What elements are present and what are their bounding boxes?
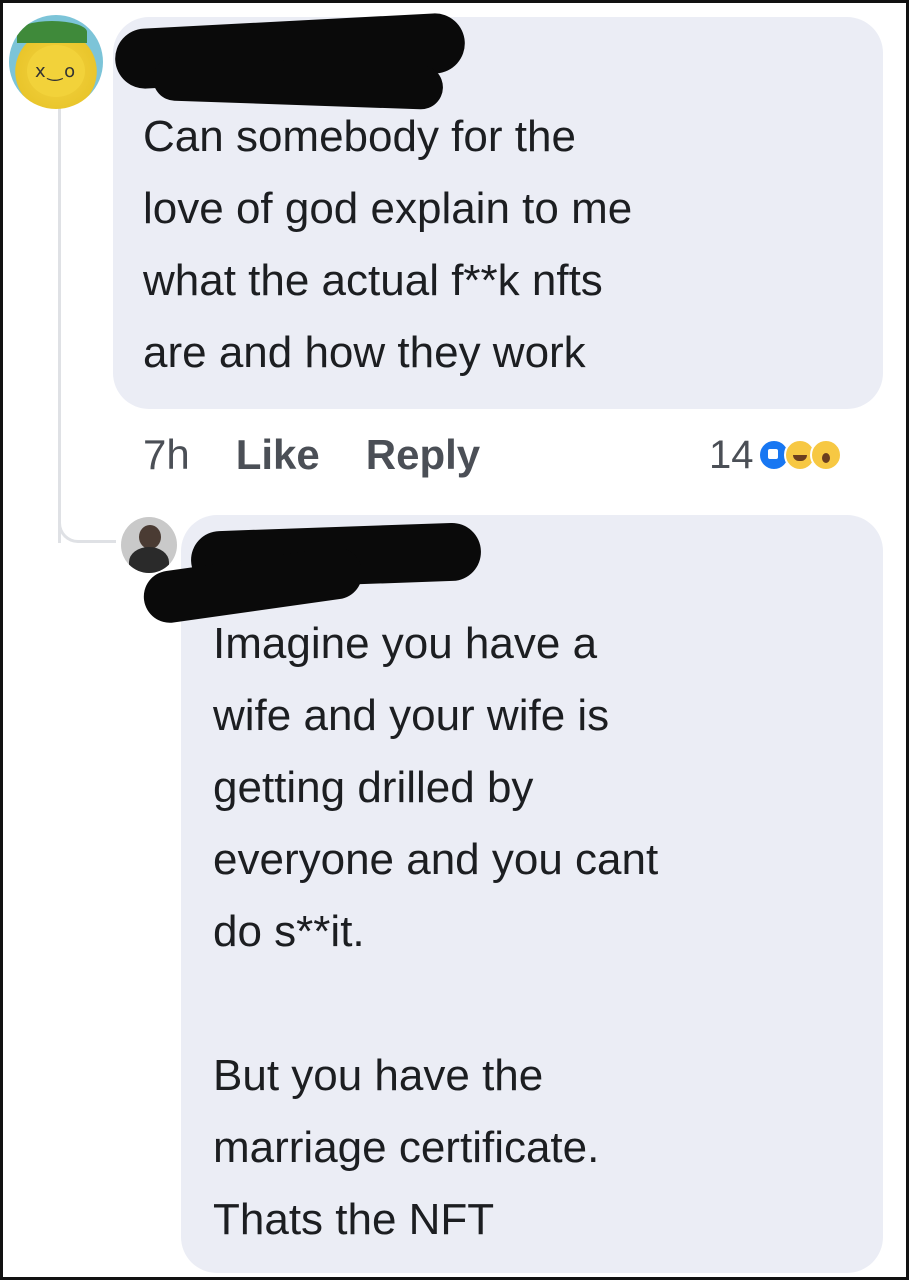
comment-thread: x‿o Can somebody for the love of god exp… — [0, 0, 909, 1280]
avatar[interactable]: x‿o — [9, 15, 103, 109]
comment-time: 7h — [143, 431, 190, 478]
thread-connector — [58, 503, 116, 543]
reaction-count: 14 — [709, 432, 754, 477]
comment-actions: 7h Like Reply — [143, 425, 526, 485]
avatar-eyes: x‿o — [35, 61, 78, 82]
like-button[interactable]: Like — [236, 431, 320, 479]
avatar-body — [129, 547, 169, 573]
avatar-leaf — [17, 21, 87, 43]
comment-text: Can somebody for the love of god explain… — [143, 112, 633, 377]
reply-text: Imagine you have a wife and your wife is… — [213, 619, 659, 1244]
reaction-summary[interactable]: 14 — [709, 425, 842, 485]
reply-button[interactable]: Reply — [366, 431, 480, 479]
thread-line — [58, 103, 61, 543]
avatar[interactable] — [121, 517, 177, 573]
avatar-head — [139, 525, 161, 549]
wow-icon — [809, 439, 842, 471]
